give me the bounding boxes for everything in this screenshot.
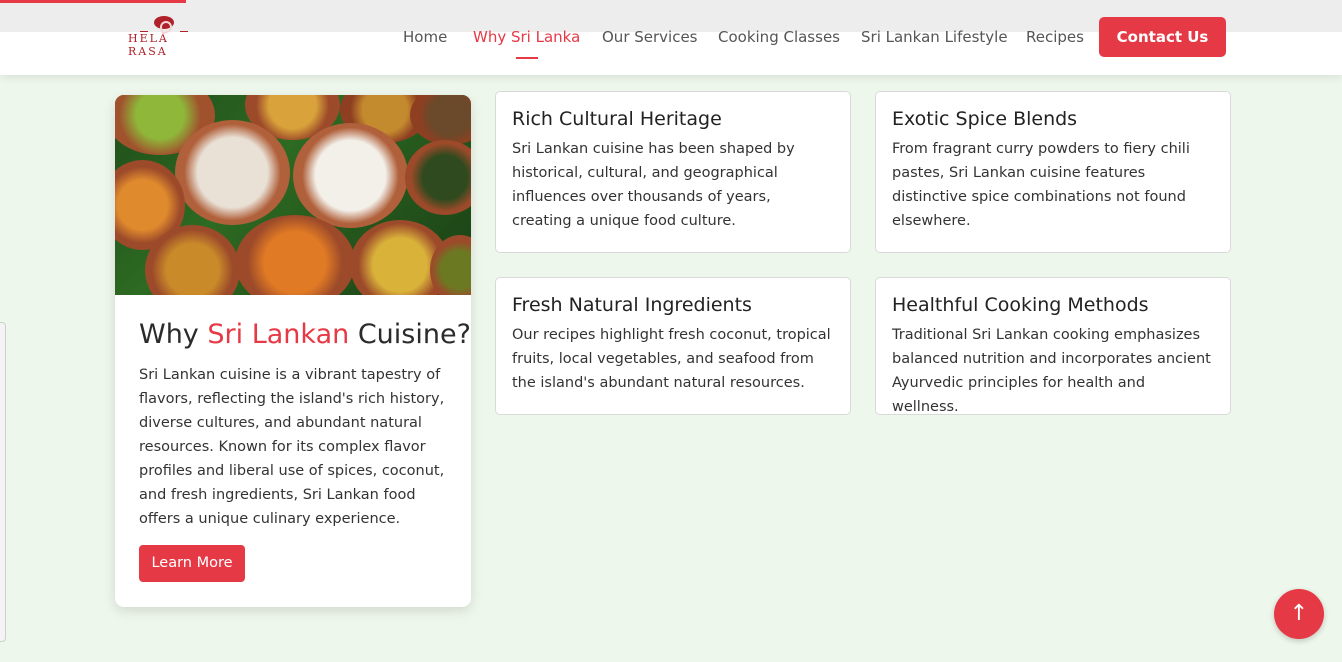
feature-title: Healthful Cooking Methods: [892, 294, 1149, 316]
feature-text: Our recipes highlight fresh coconut, tro…: [512, 327, 831, 391]
nav-our-services[interactable]: Our Services: [602, 17, 698, 57]
scroll-to-top-button[interactable]: ↑: [1274, 589, 1324, 639]
why-title: Why Sri Lankan Cuisine?: [139, 319, 471, 350]
why-description: Sri Lankan cuisine is a vibrant tapestry…: [139, 367, 445, 527]
feature-card-natural-ingredients: Fresh Natural Ingredients Our recipes hi…: [495, 277, 851, 415]
food-image: [115, 95, 471, 295]
side-panel-edge: [0, 322, 6, 642]
why-sri-lankan-card: Why Sri Lankan Cuisine? Sri Lankan cuisi…: [115, 95, 471, 607]
learn-more-button[interactable]: Learn More: [139, 545, 245, 582]
nav-sri-lankan-lifestyle[interactable]: Sri Lankan Lifestyle: [861, 17, 1008, 57]
feature-title: Rich Cultural Heritage: [512, 108, 722, 130]
feature-text: Traditional Sri Lankan cooking emphasize…: [892, 327, 1211, 415]
feature-title: Exotic Spice Blends: [892, 108, 1078, 130]
feature-text: From fragrant curry powders to fiery chi…: [892, 141, 1190, 229]
feature-title: Fresh Natural Ingredients: [512, 294, 752, 316]
feature-card-cooking-methods: Healthful Cooking Methods Traditional Sr…: [875, 277, 1231, 415]
feature-card-cultural-heritage: Rich Cultural Heritage Sri Lankan cuisin…: [495, 91, 851, 253]
nav-why-sri-lanka[interactable]: Why Sri Lanka: [473, 17, 580, 59]
nav-recipes[interactable]: Recipes: [1026, 17, 1084, 57]
feature-text: Sri Lankan cuisine has been shaped by hi…: [512, 141, 795, 229]
page: HELA RASA Home Why Sri Lanka Our Service…: [0, 0, 1342, 662]
contact-us-button[interactable]: Contact Us: [1099, 17, 1226, 57]
feature-card-spice-blends: Exotic Spice Blends From fragrant curry …: [875, 91, 1231, 253]
nav-cooking-classes[interactable]: Cooking Classes: [718, 17, 840, 57]
why-title-accent: Sri Lankan: [207, 319, 350, 350]
nav-home[interactable]: Home: [403, 17, 447, 57]
arrow-up-icon: ↑: [1289, 601, 1309, 626]
why-title-prefix: Why: [139, 319, 199, 350]
why-title-suffix: Cuisine?: [357, 319, 471, 350]
scroll-progress-line: [0, 0, 186, 3]
